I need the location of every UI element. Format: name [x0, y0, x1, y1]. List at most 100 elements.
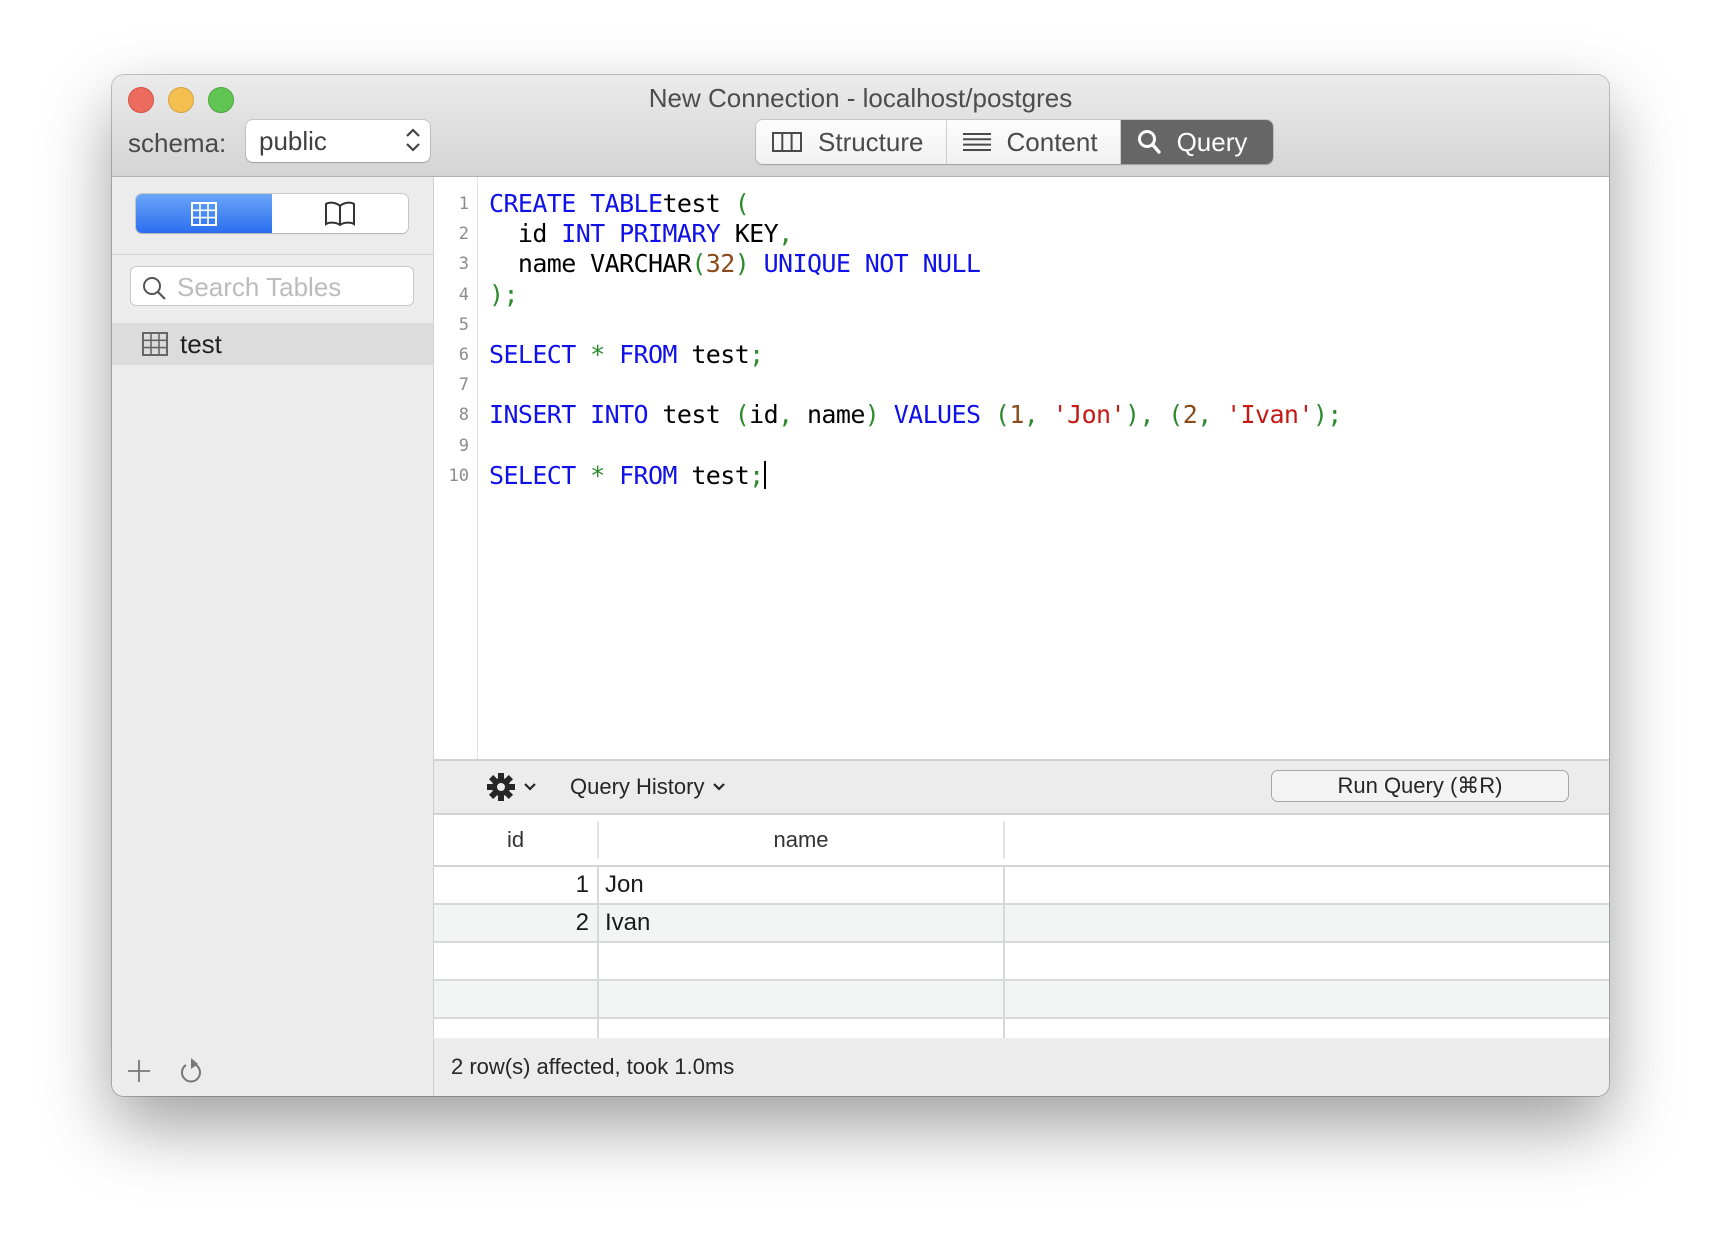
sql-editor[interactable]: 1 CREATE TABLEtest (2 id INT PRIMARY KEY,… [434, 177, 1609, 759]
code-token: NOT [864, 249, 909, 279]
code-token: * [590, 340, 605, 369]
code-token: ); [1312, 400, 1343, 430]
code-token: ) [864, 400, 880, 430]
code-token: id [489, 219, 562, 249]
code-token: ( [734, 189, 750, 218]
line-number: 4 [458, 284, 469, 305]
title-bar: New Connection - localhost/postgres sche… [112, 75, 1609, 177]
code-line[interactable]: 5 [434, 310, 1609, 340]
code-token: ( [734, 400, 750, 430]
code-line[interactable]: 4); [434, 280, 1609, 310]
code-token: 1 [1009, 400, 1024, 430]
search-tables-input[interactable] [175, 271, 409, 303]
cell-id[interactable]: 1 [434, 867, 599, 903]
tab-query-label: Query [1176, 126, 1248, 157]
refresh-icon[interactable] [178, 1056, 204, 1086]
tab-content[interactable]: Content [946, 120, 1121, 164]
empty-cell [434, 981, 599, 1017]
code-token: ( [1168, 400, 1183, 430]
code-token: ), [1124, 400, 1155, 430]
tab-content-label: Content [1006, 126, 1098, 157]
code-token: , [1197, 400, 1212, 430]
query-history-menu[interactable]: Query History [570, 774, 726, 800]
cell-empty [1005, 905, 1609, 941]
schema-select[interactable]: public [246, 120, 430, 162]
code-line[interactable]: 7 [434, 370, 1609, 400]
sidebar-footer [126, 1056, 204, 1086]
code-text: SELECT * FROM test; [489, 460, 766, 491]
code-token: test [662, 189, 735, 218]
add-icon[interactable] [126, 1058, 152, 1084]
code-token: , [778, 219, 793, 249]
empty-row [434, 981, 1609, 1019]
status-text: 2 row(s) affected, took 1.0ms [451, 1054, 735, 1079]
code-token: INSERT [489, 400, 576, 430]
up-down-chevron-icon [406, 128, 420, 152]
code-line[interactable]: 8 INSERT INTO test (id, name) VALUES (1, … [434, 400, 1609, 430]
code-token: VALUES [893, 400, 981, 430]
code-text: ); [489, 279, 519, 310]
code-text: name VARCHAR(32) UNIQUE NOT NULL [489, 249, 981, 279]
code-line[interactable]: 2 id INT PRIMARY KEY, [434, 219, 1609, 249]
cell-name[interactable]: Ivan [599, 905, 1005, 941]
line-number: 3 [458, 254, 469, 275]
empty-cell [599, 1019, 1005, 1038]
empty-cell [434, 943, 599, 979]
code-text: id INT PRIMARY KEY, [489, 219, 793, 249]
line-number: 8 [458, 405, 469, 426]
code-token: id [749, 400, 779, 430]
code-token: INT [561, 219, 605, 249]
table-grid-icon [191, 201, 217, 226]
code-line[interactable]: 1 CREATE TABLEtest ( [434, 189, 1609, 219]
column-header-empty [1005, 821, 1609, 859]
search-tables-field[interactable] [130, 266, 414, 306]
empty-cell [1005, 943, 1609, 979]
code-token: TABLE [590, 189, 663, 218]
code-token: 2 [1182, 400, 1198, 430]
queries-view-button[interactable] [272, 194, 408, 233]
code-line[interactable]: 3 name VARCHAR(32) UNIQUE NOT NULL [434, 249, 1609, 279]
cell-name[interactable]: Jon [599, 867, 1005, 903]
app-window: New Connection - localhost/postgres sche… [112, 75, 1609, 1096]
cell-id[interactable]: 2 [434, 905, 599, 941]
run-query-button[interactable]: Run Query (⌘R) [1271, 770, 1569, 802]
code-token: test [676, 460, 750, 490]
code-token: CREATE [489, 189, 591, 218]
chevron-down-icon [713, 783, 726, 791]
code-line[interactable]: 9 [434, 431, 1609, 461]
code-line[interactable]: 10 SELECT * FROM test; [434, 460, 1609, 491]
sidebar-table-name: test [180, 328, 222, 359]
column-header-name[interactable]: name [599, 821, 1005, 859]
sidebar-view-toggle [136, 194, 408, 233]
line-number: 2 [458, 224, 469, 245]
table-row[interactable]: 1 Jon [434, 867, 1609, 905]
tab-query[interactable]: Query [1120, 120, 1274, 164]
code-token: 'Jon' [1052, 400, 1126, 430]
text-caret [763, 460, 766, 489]
code-token: name [792, 400, 865, 430]
column-header-id[interactable]: id [434, 821, 599, 859]
code-line[interactable]: 6 SELECT * FROM test; [434, 340, 1609, 370]
empty-cell [1005, 1019, 1609, 1038]
code-token: test [676, 340, 750, 369]
query-actions-menu[interactable] [487, 773, 537, 801]
list-lines-icon [962, 133, 991, 151]
empty-cell [434, 1019, 599, 1038]
tables-view-button[interactable] [136, 194, 272, 233]
sidebar: test [112, 177, 434, 1096]
sidebar-table-test[interactable]: test [112, 323, 433, 365]
table-row[interactable]: 2 Ivan [434, 905, 1609, 943]
tab-structure[interactable]: Structure [756, 120, 947, 164]
code-token: FROM [619, 460, 677, 490]
code-token: ); [489, 279, 519, 309]
code-token: ( [994, 400, 1010, 430]
